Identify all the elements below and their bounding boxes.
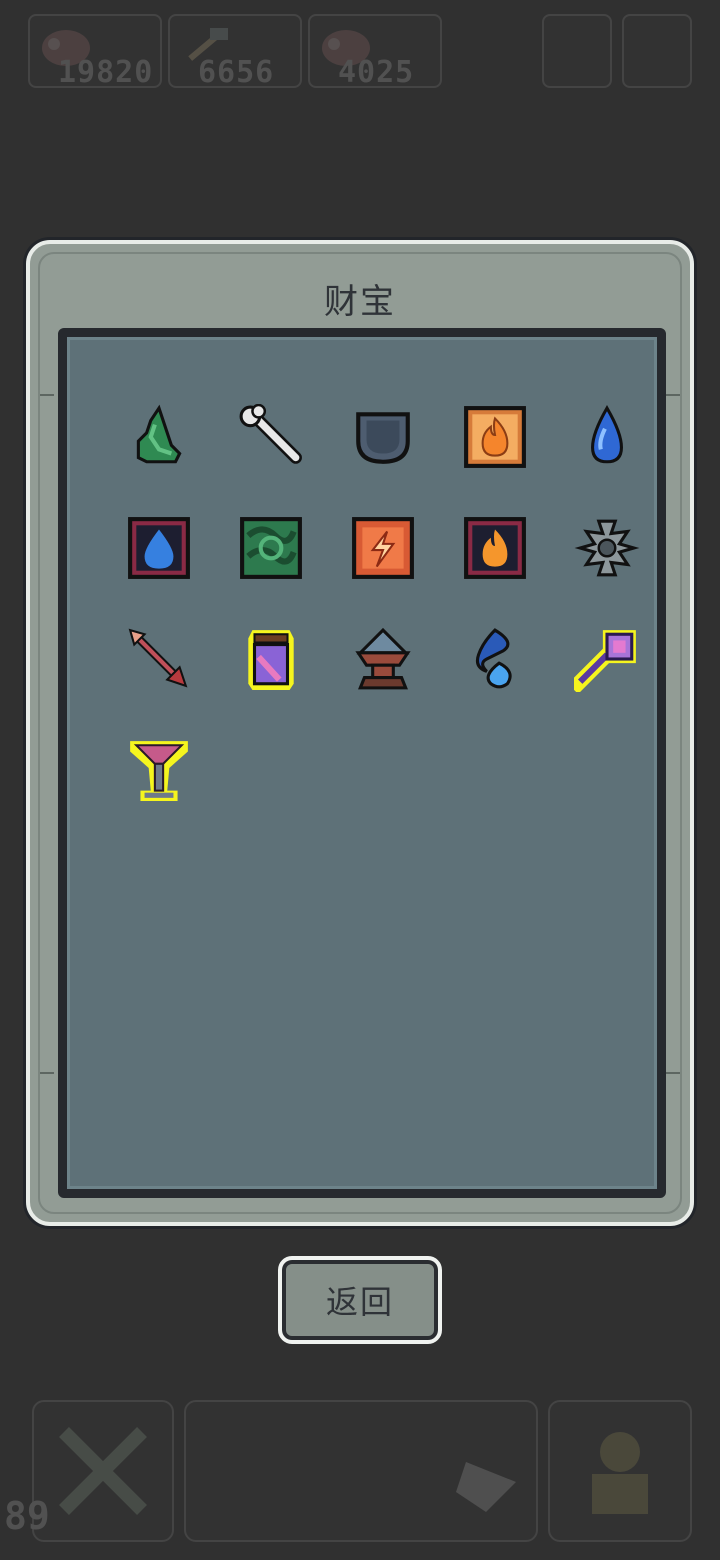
arrow-icon (128, 628, 188, 687)
treasure-grid-frame (58, 328, 666, 1198)
pouch-icon (356, 411, 410, 464)
treasure-item[interactable] (327, 381, 439, 492)
panel-rivet (40, 394, 54, 396)
build-icon (456, 1462, 516, 1512)
magic-staff-icon (574, 629, 636, 692)
anvil-icon (355, 627, 411, 689)
treasure-item[interactable] (439, 492, 551, 603)
crossed-swords-icon (59, 1427, 147, 1515)
level-indicator: 89 (4, 1494, 50, 1538)
treasure-item[interactable] (551, 381, 663, 492)
settings-button (622, 14, 692, 88)
water-tile-icon (128, 516, 190, 579)
menu-button (542, 14, 612, 88)
treasure-dialog: 财宝 (26, 240, 694, 1226)
treasure-item[interactable] (215, 603, 327, 714)
chalice-icon (130, 740, 188, 801)
character-icon (592, 1432, 648, 1514)
treasure-item[interactable] (439, 603, 551, 714)
center-button (184, 1400, 538, 1542)
panel-rivet (40, 1072, 54, 1074)
treasure-item[interactable] (327, 603, 439, 714)
potion-jar-icon (248, 629, 294, 690)
blue-flame-icon (475, 627, 512, 688)
resource-meat-1: 19820 (28, 14, 162, 90)
bone-icon (239, 403, 302, 464)
leaf-tile-icon (240, 516, 302, 579)
resource-value: 6656 (198, 55, 275, 90)
treasure-item[interactable] (551, 603, 663, 714)
treasure-item[interactable] (103, 492, 215, 603)
treasure-item[interactable] (103, 381, 215, 492)
green-leaf-icon (136, 404, 182, 463)
resource-value: 4025 (338, 55, 415, 90)
treasure-item[interactable] (103, 603, 215, 714)
gear-ring-icon (574, 519, 640, 576)
treasure-item[interactable] (551, 492, 663, 603)
panel-rivet (666, 394, 680, 396)
treasure-item[interactable] (327, 492, 439, 603)
water-drop-icon (591, 404, 623, 463)
fire-tile-icon (464, 516, 526, 579)
resource-value: 19820 (58, 55, 154, 90)
treasure-item[interactable] (439, 381, 551, 492)
treasure-item[interactable] (103, 714, 215, 825)
treasure-grid (103, 381, 663, 825)
fire-tile-icon (464, 405, 526, 468)
panel-rivet (666, 1072, 680, 1074)
battle-button (32, 1400, 174, 1542)
hero-button (548, 1400, 692, 1542)
treasure-item[interactable] (215, 381, 327, 492)
back-button[interactable]: 返回 (278, 1256, 442, 1344)
treasure-item[interactable] (215, 492, 327, 603)
resource-meat-2: 4025 (308, 14, 442, 90)
lightning-tile-icon (352, 516, 414, 579)
dialog-title: 财宝 (324, 282, 396, 322)
resource-hammer: 6656 (168, 14, 302, 90)
